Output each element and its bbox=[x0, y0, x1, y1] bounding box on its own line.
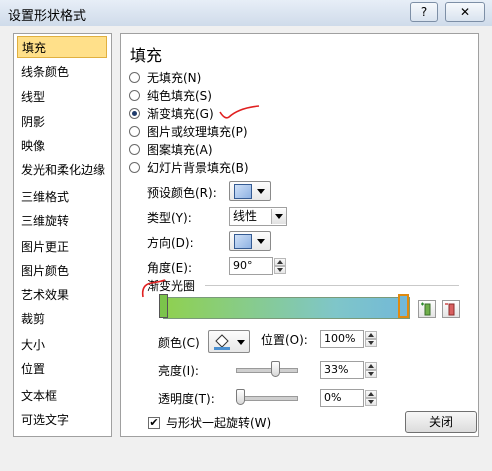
nav-item-picture-corrections[interactable]: 图片更正 bbox=[17, 236, 107, 258]
nav-item-position[interactable]: 位置 bbox=[17, 358, 107, 380]
radio-label-picture-fill: 图片或纹理填充(P) bbox=[147, 125, 248, 139]
type-dropdown-button[interactable] bbox=[271, 209, 286, 224]
nav-item-3d-format[interactable]: 三维格式 bbox=[17, 186, 107, 208]
radio-label-gradient-fill: 渐变填充(G) bbox=[147, 107, 214, 121]
color-picker-dropdown[interactable] bbox=[208, 330, 250, 353]
remove-stop-icon bbox=[445, 303, 455, 316]
radio-label-pattern-fill: 图案填充(A) bbox=[147, 143, 213, 157]
radio-slide-background-fill[interactable] bbox=[129, 162, 140, 173]
angle-input[interactable]: 90° bbox=[229, 257, 273, 275]
nav-item-artistic-effects[interactable]: 艺术效果 bbox=[17, 284, 107, 306]
nav-item-glow[interactable]: 发光和柔化边缘 bbox=[17, 159, 107, 181]
preset-swatch-icon bbox=[234, 184, 252, 199]
nav-item-fill[interactable]: 填充 bbox=[17, 36, 107, 58]
radio-no-fill[interactable] bbox=[129, 72, 140, 83]
category-list: 填充 线条颜色 线型 阴影 映像 发光和柔化边缘 三维格式 三维旋转 图片更正 … bbox=[13, 33, 112, 437]
nav-item-crop[interactable]: 裁剪 bbox=[17, 308, 107, 330]
radio-label-slide-background-fill: 幻灯片背景填充(B) bbox=[147, 161, 249, 175]
brightness-slider-thumb[interactable] bbox=[271, 361, 281, 377]
close-button[interactable]: 关闭 bbox=[405, 411, 477, 433]
position-label: 位置(O): bbox=[261, 333, 308, 347]
transparency-input[interactable]: 0% bbox=[320, 389, 364, 407]
panel-heading: 填充 bbox=[130, 46, 163, 65]
fill-panel: 填充 无填充(N) 纯色填充(S) 渐变填充(G) 图片或纹理填充(P) 图案填… bbox=[120, 33, 479, 437]
direction-swatch-icon bbox=[234, 234, 252, 249]
window-title: 设置形状格式 bbox=[8, 9, 87, 24]
gradient-stop-end[interactable] bbox=[398, 294, 409, 318]
preset-colors-label: 预设颜色(R): bbox=[147, 186, 217, 200]
remove-gradient-stop-button[interactable] bbox=[442, 300, 460, 318]
rotate-with-shape-label: 与形状一起旋转(W) bbox=[166, 416, 272, 430]
preset-colors-dropdown[interactable] bbox=[229, 181, 271, 201]
angle-label: 角度(E): bbox=[147, 261, 192, 275]
transparency-spinner[interactable] bbox=[365, 390, 377, 406]
nav-item-line-style[interactable]: 线型 bbox=[17, 86, 107, 108]
type-label: 类型(Y): bbox=[147, 211, 192, 225]
direction-dropdown[interactable] bbox=[229, 231, 271, 251]
brightness-spinner[interactable] bbox=[365, 362, 377, 378]
radio-label-solid-fill: 纯色填充(S) bbox=[147, 89, 212, 103]
window-close-button[interactable]: ✕ bbox=[445, 2, 485, 22]
type-select[interactable]: 线性 bbox=[229, 207, 287, 226]
type-value: 线性 bbox=[233, 209, 258, 223]
transparency-label: 透明度(T): bbox=[158, 392, 215, 406]
nav-item-reflection[interactable]: 映像 bbox=[17, 135, 107, 157]
nav-item-picture-color[interactable]: 图片颜色 bbox=[17, 260, 107, 282]
help-button[interactable]: ? bbox=[410, 2, 438, 22]
add-stop-icon bbox=[421, 302, 431, 316]
annotation-checkmark-icon bbox=[219, 105, 260, 119]
nav-item-text-box[interactable]: 文本框 bbox=[17, 385, 107, 407]
radio-pattern-fill[interactable] bbox=[129, 144, 140, 155]
angle-spinner[interactable] bbox=[274, 258, 286, 274]
nav-item-line-color[interactable]: 线条颜色 bbox=[17, 61, 107, 83]
color-label: 颜色(C) bbox=[158, 336, 200, 350]
brightness-slider-track[interactable] bbox=[236, 368, 298, 373]
brightness-input[interactable]: 33% bbox=[320, 361, 364, 379]
gradient-stop-start[interactable] bbox=[159, 294, 168, 318]
nav-item-size[interactable]: 大小 bbox=[17, 334, 107, 356]
position-input[interactable]: 100% bbox=[320, 330, 364, 348]
rotate-with-shape-checkbox[interactable]: ✔ bbox=[148, 417, 160, 429]
radio-gradient-fill[interactable] bbox=[129, 108, 140, 119]
nav-item-shadow[interactable]: 阴影 bbox=[17, 111, 107, 133]
brightness-label: 亮度(I): bbox=[158, 364, 199, 378]
gradient-bar[interactable] bbox=[163, 297, 410, 319]
direction-label: 方向(D): bbox=[147, 236, 194, 250]
transparency-slider-thumb[interactable] bbox=[235, 389, 245, 405]
chevron-down-icon bbox=[275, 214, 283, 219]
position-spinner[interactable] bbox=[365, 331, 377, 347]
add-gradient-stop-button[interactable] bbox=[418, 300, 436, 318]
radio-solid-fill[interactable] bbox=[129, 90, 140, 101]
section-divider bbox=[205, 285, 459, 286]
nav-item-3d-rotation[interactable]: 三维旋转 bbox=[17, 210, 107, 232]
radio-label-no-fill: 无填充(N) bbox=[147, 71, 202, 85]
paint-bucket-icon bbox=[214, 334, 230, 350]
chevron-down-icon bbox=[257, 189, 265, 194]
nav-item-alt-text[interactable]: 可选文字 bbox=[17, 409, 107, 431]
checkmark-icon: ✔ bbox=[149, 416, 159, 429]
title-bar: 设置形状格式 ? ✕ bbox=[0, 0, 492, 27]
radio-picture-fill[interactable] bbox=[129, 126, 140, 137]
chevron-down-icon bbox=[257, 239, 265, 244]
transparency-slider-track[interactable] bbox=[236, 396, 298, 401]
chevron-down-icon bbox=[237, 340, 245, 345]
